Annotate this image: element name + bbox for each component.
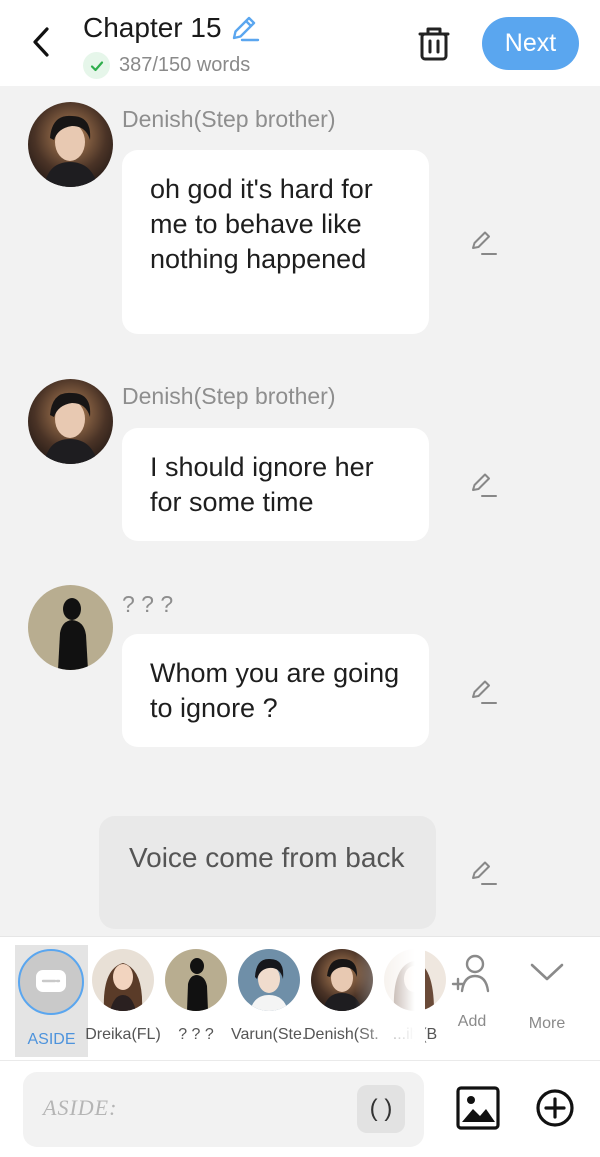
- trash-icon[interactable]: [416, 24, 452, 62]
- message-bubble[interactable]: Whom you are going to ignore ?: [122, 634, 429, 747]
- character-dreika[interactable]: [92, 949, 154, 1011]
- message-bubble[interactable]: I should ignore her for some time: [122, 428, 429, 541]
- composer: ASIDE: ( ): [0, 1060, 600, 1157]
- add-person-icon: [451, 954, 490, 993]
- character-selector: ASIDE Dreika(FL) ? ? ? Varun(Ste... Deni…: [0, 936, 600, 1060]
- speaker-name: Denish(Step brother): [122, 106, 336, 132]
- chapter-title: Chapter 15: [83, 12, 222, 43]
- next-button[interactable]: Next: [482, 17, 579, 70]
- back-arrow-icon: [33, 27, 49, 57]
- input-placeholder: ASIDE:: [43, 1095, 118, 1120]
- edit-pencil-icon[interactable]: [468, 469, 498, 499]
- character-denish[interactable]: [311, 949, 373, 1011]
- plus-circle-icon[interactable]: [535, 1088, 575, 1128]
- aside-label: ASIDE: [27, 1031, 76, 1048]
- character-label: Varun(Ste...: [231, 1026, 307, 1043]
- aside-bubble[interactable]: Voice come from back: [99, 816, 436, 929]
- more-label: More: [528, 1015, 566, 1032]
- back-button[interactable]: [26, 24, 56, 60]
- character-label: ? ? ?: [178, 1026, 214, 1043]
- word-count: 387/150 words: [119, 54, 251, 76]
- character-family[interactable]: [384, 949, 446, 1011]
- add-character-button[interactable]: Add: [440, 953, 504, 1033]
- add-label: Add: [457, 1013, 487, 1030]
- message-bubble[interactable]: oh god it's hard for me to behave like n…: [122, 150, 429, 334]
- check-icon: [83, 52, 110, 79]
- edit-title-pencil-icon[interactable]: [228, 12, 260, 44]
- speaker-name: Denish(Step brother): [122, 383, 336, 409]
- character-aside[interactable]: ASIDE: [15, 945, 88, 1057]
- character-unknown[interactable]: [165, 949, 227, 1011]
- message-input[interactable]: ASIDE: ( ): [23, 1072, 424, 1147]
- avatar-denish[interactable]: [28, 102, 113, 187]
- edit-pencil-icon[interactable]: [468, 227, 498, 257]
- character-varun[interactable]: [238, 949, 300, 1011]
- character-label: Denish(St...: [304, 1026, 380, 1043]
- image-icon[interactable]: [455, 1085, 501, 1131]
- more-button[interactable]: More: [515, 953, 579, 1033]
- parenthesis-button[interactable]: ( ): [357, 1085, 405, 1133]
- speaker-name: ? ? ?: [122, 591, 174, 617]
- avatar-unknown[interactable]: [28, 585, 113, 670]
- chevron-down-icon: [530, 963, 564, 981]
- aside-icon: [36, 970, 66, 992]
- edit-pencil-icon[interactable]: [468, 857, 498, 887]
- edit-pencil-icon[interactable]: [468, 676, 498, 706]
- character-label: Dreika(FL): [85, 1026, 161, 1043]
- top-bar: Chapter 15 387/150 words Next: [0, 0, 600, 86]
- avatar-denish[interactable]: [28, 379, 113, 464]
